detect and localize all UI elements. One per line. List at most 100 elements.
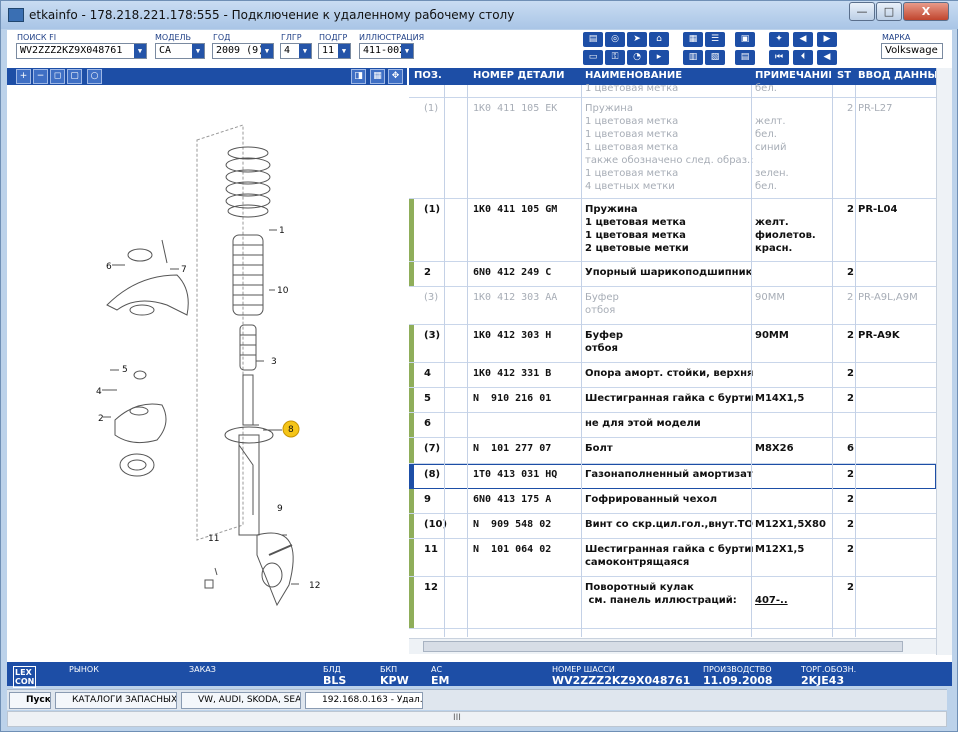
cell-st: 2 — [847, 582, 854, 593]
layout-split-icon[interactable]: ◨ — [351, 69, 366, 84]
zoom-fit-icon[interactable]: ◻ — [50, 69, 65, 84]
chevron-down-icon[interactable]: ▼ — [192, 44, 204, 58]
scroll-thumb[interactable] — [423, 641, 903, 652]
illustration-select[interactable]: 411-002 ▼ — [359, 43, 414, 59]
diagram-label-12[interactable]: 12 — [309, 581, 320, 591]
diagram-label-4[interactable]: 4 — [96, 387, 102, 397]
zoom-area-icon[interactable]: ▢ — [67, 69, 82, 84]
cell-st: 2 — [847, 267, 854, 278]
move-icon[interactable]: ✥ — [388, 69, 403, 84]
bolt-icon[interactable]: ⌂ — [649, 32, 669, 47]
table-row[interactable]: 5N 910 216 01Шестигранная гайка с буртик… — [409, 388, 936, 413]
diagram-label-9[interactable]: 10 — [277, 286, 289, 296]
diagram-label-7[interactable]: 7 — [181, 265, 187, 275]
vertical-scrollbar[interactable] — [936, 68, 952, 655]
remote-desktop-window: etkainfo - 178.218.221.178:555 - Подключ… — [0, 0, 958, 732]
vehicle-icon[interactable]: ◔ — [627, 50, 647, 65]
cell-name: не для этой модели — [585, 418, 701, 429]
magnifier-icon[interactable]: ○ — [87, 69, 102, 84]
year-label: ГОД — [213, 33, 231, 42]
main-group-select[interactable]: 4 ▼ — [280, 43, 312, 59]
bulletin-icon[interactable]: ▦ — [683, 32, 703, 47]
row-marker — [409, 199, 414, 261]
table-row[interactable]: (3) 1K0 412 303 H Буфер отбоя 90MM 2 PR-A9K — [409, 325, 936, 363]
cell-part: N 909 548 02 — [473, 519, 552, 530]
table-row[interactable]: (1) 1K0 411 105 EK Пружина 1 цветовая метк… — [409, 98, 936, 199]
table-row[interactable]: 9 6N0 413 175 A Гофрированный чехол 2 — [409, 489, 936, 514]
card-icon[interactable]: ▭ — [583, 50, 603, 65]
diagram-label-2[interactable]: 2 — [98, 414, 104, 424]
table-row[interactable]: (8) 1T0 413 031 HQ Газонаполненный амортиз… — [409, 464, 936, 489]
cell-note: 90MM — [755, 292, 785, 303]
parts-icon[interactable]: ▥ — [683, 50, 703, 65]
subgroup-select[interactable]: 11 ▼ — [318, 43, 351, 59]
table-row[interactable]: 1 цветовая метка бел. — [409, 78, 936, 98]
diagram-label-3[interactable]: 3 — [271, 357, 277, 367]
table-row[interactable]: 12 Поворотный кулак см. панель иллюстраци… — [409, 577, 936, 629]
chevron-down-icon[interactable]: ▼ — [134, 44, 146, 58]
table-row[interactable]: (1) 1K0 411 105 GM Пружина 1 цветовая метк… — [409, 199, 936, 262]
layout-grid-icon[interactable]: ▦ — [370, 69, 385, 84]
minimize-button[interactable]: — — [849, 2, 875, 21]
diagram-label-10[interactable]: 9 — [277, 504, 283, 514]
cell-note: желт. фиолетов. красн. — [755, 217, 816, 254]
table-row[interactable]: (3) 1K0 412 303 AA Буфер отбоя 90MM 2 PR-A9L,… — [409, 287, 936, 325]
column-divider — [444, 85, 445, 637]
model-select[interactable]: CA ▼ — [155, 43, 205, 59]
parts-table: ПОЗ. НОМЕР ДЕТАЛИ НАИМЕНОВАНИЕ ПРИМЕЧАНИ… — [409, 68, 936, 655]
table-row[interactable]: 4 1K0 412 331 B Опора аморт. стойки, верхн… — [409, 363, 936, 388]
table-row[interactable]: (7) N 101 277 07 Болт M8X26 6 — [409, 438, 936, 464]
previous-icon[interactable]: ⏴ — [793, 50, 813, 65]
nav-forward-icon[interactable]: ▶ — [817, 32, 837, 47]
zoom-out-icon[interactable]: − — [33, 69, 48, 84]
cell-st: 6 — [847, 443, 854, 454]
table-row[interactable]: (10) N 909 548 02 Винт со скр.цил.гол.,вну… — [409, 514, 936, 539]
search-icon[interactable]: ◎ — [605, 32, 625, 47]
table-row[interactable]: 11 N 101 064 02 Шестигранная гайка с бурти… — [409, 539, 936, 577]
pin-icon[interactable]: ✦ — [769, 32, 789, 47]
arrow-in-icon[interactable]: ▸ — [649, 50, 669, 65]
key-icon[interactable]: ⚿ — [605, 50, 625, 65]
cell-st: 2 — [847, 544, 854, 555]
ac-value: EM — [431, 674, 450, 687]
cart-icon[interactable]: ▣ — [735, 32, 755, 47]
chevron-down-icon[interactable]: ▼ — [299, 44, 311, 58]
cell-st: 2 — [847, 469, 854, 480]
maximize-button[interactable]: □ — [876, 2, 902, 21]
chevron-down-icon[interactable]: ▼ — [261, 44, 273, 58]
zoom-in-icon[interactable]: + — [16, 69, 31, 84]
diagram-label-11[interactable]: 11 — [208, 534, 219, 544]
cell-note: бел. — [755, 83, 777, 94]
print-icon[interactable]: ▤ — [583, 32, 603, 47]
start-button[interactable]: Пуск — [9, 692, 51, 709]
task-catalogs[interactable]: КАТАЛОГИ ЗАПАСНЫХ ... — [55, 692, 177, 709]
year-select[interactable]: 2009 (9) ▼ — [212, 43, 274, 59]
cell-note: 407-.. — [755, 595, 788, 606]
chevron-down-icon[interactable]: ▼ — [338, 44, 350, 58]
chevron-down-icon[interactable]: ▼ — [401, 44, 413, 58]
nav-back-icon[interactable]: ◀ — [793, 32, 813, 47]
prev-arrow-icon[interactable]: ◀ — [817, 50, 837, 65]
table-row[interactable]: 2 6N0 412 249 C Упорный шарикоподшипник 2 — [409, 262, 936, 287]
row-marker — [409, 489, 414, 513]
car-icon[interactable]: ➤ — [627, 32, 647, 47]
table-row[interactable]: 6 не для этой модели — [409, 413, 936, 438]
window-horizontal-scrollbar[interactable]: III — [7, 711, 947, 727]
horizontal-scrollbar[interactable] — [409, 638, 936, 654]
close-button[interactable]: X — [903, 2, 949, 21]
parts-diagram[interactable]: 1 3 4 5 6 7 8 9 10 11 12 2 — [7, 85, 407, 655]
list-icon[interactable]: ☰ — [705, 32, 725, 47]
diagram-label-8[interactable]: 8 — [288, 425, 294, 435]
basket-icon[interactable]: ▤ — [735, 50, 755, 65]
first-icon[interactable]: ⏮ — [769, 50, 789, 65]
search-input[interactable]: WV2ZZZ2KZ9X048761 ▼ — [16, 43, 147, 59]
diagram-label-5[interactable]: 5 — [122, 365, 128, 375]
cell-part: 1T0 413 031 HQ — [473, 469, 558, 480]
task-vw-audi[interactable]: VW, AUDI, SKODA, SEAT — [181, 692, 301, 709]
service-icon[interactable]: ▧ — [705, 50, 725, 65]
cell-name: Винт со скр.цил.гол.,внут.TORX — [585, 519, 753, 530]
diagram-label-1[interactable]: 1 — [279, 226, 285, 236]
brand-select[interactable]: Volkswage — [881, 43, 943, 59]
task-remote[interactable]: 192.168.0.163 - Удал... — [305, 692, 423, 709]
diagram-label-6[interactable]: 6 — [106, 262, 112, 272]
